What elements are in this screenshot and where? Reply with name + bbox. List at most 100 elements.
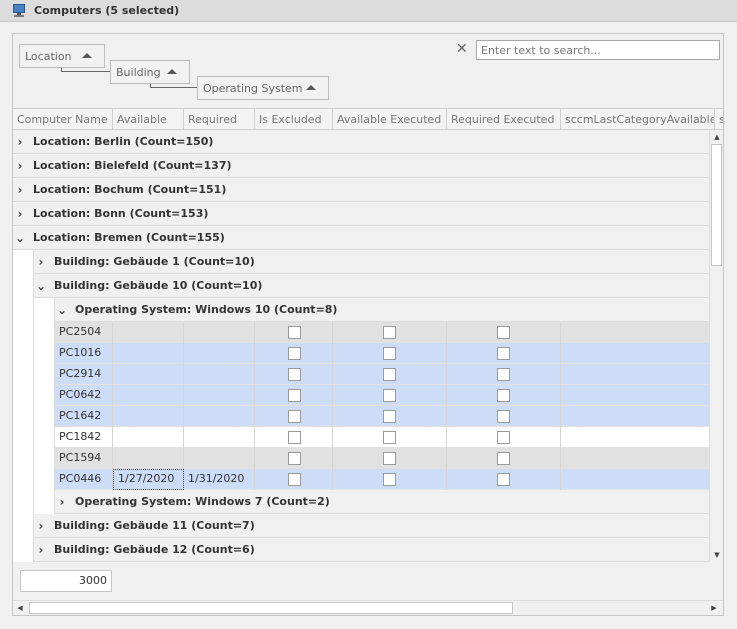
cell-required[interactable] [184,322,255,343]
chevron-right-icon[interactable]: › [13,207,27,221]
cell-available[interactable] [113,343,184,364]
chevron-right-icon[interactable]: › [34,543,48,557]
scroll-down-icon[interactable]: ▼ [710,548,724,562]
cell-available[interactable] [113,427,184,448]
table-row[interactable]: PC0642 [55,385,709,406]
group-row-berlin[interactable]: › Location: Berlin (Count=150) [13,130,709,154]
required-executed-checkbox[interactable] [497,326,510,339]
chevron-down-icon[interactable]: ⌄ [55,303,69,317]
cell-required[interactable]: 1/31/2020 [184,469,255,490]
is-excluded-checkbox[interactable] [288,473,301,486]
group-row-windows-7[interactable]: › Operating System: Windows 7 (Count=2) [55,490,709,514]
table-row[interactable]: PC1842 [55,427,709,448]
available-executed-checkbox[interactable] [383,452,396,465]
group-row-label: Location: Bremen (Count=155) [33,231,225,244]
cell-available[interactable] [113,364,184,385]
is-excluded-checkbox[interactable] [288,347,301,360]
available-executed-checkbox[interactable] [383,473,396,486]
footer-count-field[interactable]: 3000 [20,570,112,592]
chevron-down-icon[interactable]: ⌄ [13,231,27,245]
group-row-bochum[interactable]: › Location: Bochum (Count=151) [13,178,709,202]
required-executed-checkbox[interactable] [497,431,510,444]
group-row-gebaeude-10[interactable]: ⌄ Building: Gebäude 10 (Count=10) [34,274,709,298]
table-row[interactable]: PC2504 [55,322,709,343]
is-excluded-checkbox[interactable] [288,431,301,444]
available-executed-checkbox[interactable] [383,347,396,360]
cell-available[interactable] [113,385,184,406]
available-executed-checkbox[interactable] [383,410,396,423]
cell-computer-name: PC1016 [55,343,113,364]
cell-available[interactable]: 1/27/2020 [113,469,184,490]
column-header-computer-name[interactable]: Computer Name [13,109,113,129]
cell-available[interactable] [113,448,184,469]
available-executed-checkbox[interactable] [383,431,396,444]
column-header-sccm-last-category[interactable]: sccmLastCategoryAvailable [561,109,715,129]
group-row-label: Building: Gebäude 12 (Count=6) [54,543,255,556]
available-executed-checkbox[interactable] [383,389,396,402]
required-executed-checkbox[interactable] [497,347,510,360]
cell-available[interactable] [113,406,184,427]
scroll-right-icon[interactable]: ▶ [707,601,721,615]
table-row[interactable]: PC0446 1/27/2020 1/31/2020 [55,469,709,490]
is-excluded-checkbox[interactable] [288,452,301,465]
cell-available[interactable] [113,322,184,343]
group-row-bremen[interactable]: ⌄ Location: Bremen (Count=155) [13,226,709,250]
table-row[interactable]: PC1594 [55,448,709,469]
cell-required[interactable] [184,406,255,427]
table-row[interactable]: PC2914 [55,364,709,385]
cell-required[interactable] [184,364,255,385]
cell-required[interactable] [184,385,255,406]
cell-computer-name: PC1642 [55,406,113,427]
cell-required[interactable] [184,427,255,448]
required-executed-checkbox[interactable] [497,368,510,381]
available-executed-checkbox[interactable] [383,326,396,339]
chevron-right-icon[interactable]: › [55,495,69,509]
is-excluded-checkbox[interactable] [288,410,301,423]
is-excluded-checkbox[interactable] [288,389,301,402]
chevron-right-icon[interactable]: › [13,135,27,149]
horizontal-scroll-thumb[interactable] [29,602,513,614]
column-header-more[interactable]: s [715,109,723,129]
required-executed-checkbox[interactable] [497,410,510,423]
cell-computer-name: PC2504 [55,322,113,343]
cell-required[interactable] [184,448,255,469]
group-building-button[interactable]: Building [110,60,190,84]
window-titlebar: Computers (5 selected) [0,0,737,22]
chevron-right-icon[interactable]: › [34,255,48,269]
group-location-button[interactable]: Location [19,44,105,68]
group-row-gebaeude-11[interactable]: › Building: Gebäude 11 (Count=7) [34,514,709,538]
vertical-scroll-thumb[interactable] [711,144,722,266]
available-executed-checkbox[interactable] [383,368,396,381]
table-row[interactable]: PC1016 [55,343,709,364]
group-row-label: Location: Berlin (Count=150) [33,135,214,148]
table-row[interactable]: PC1642 [55,406,709,427]
required-executed-checkbox[interactable] [497,389,510,402]
chevron-down-icon[interactable]: ⌄ [34,279,48,293]
scroll-up-icon[interactable]: ▲ [710,130,724,144]
column-header-row: Computer Name Available Required Is Excl… [13,108,723,130]
scroll-left-icon[interactable]: ◀ [13,601,27,615]
group-row-gebaeude-12[interactable]: › Building: Gebäude 12 (Count=6) [34,538,709,562]
column-header-available-executed[interactable]: Available Executed [333,109,447,129]
required-executed-checkbox[interactable] [497,452,510,465]
chevron-right-icon[interactable]: › [13,183,27,197]
group-row-gebaeude-1[interactable]: › Building: Gebäude 1 (Count=10) [34,250,709,274]
group-row-bielefeld[interactable]: › Location: Bielefeld (Count=137) [13,154,709,178]
group-row-bonn[interactable]: › Location: Bonn (Count=153) [13,202,709,226]
required-executed-checkbox[interactable] [497,473,510,486]
horizontal-scrollbar[interactable]: ◀ ▶ [13,600,723,615]
group-os-button[interactable]: Operating System [197,76,329,100]
close-icon[interactable]: ✕ [456,42,468,56]
group-row-windows-10[interactable]: ⌄ Operating System: Windows 10 (Count=8) [55,298,709,322]
is-excluded-checkbox[interactable] [288,326,301,339]
column-header-required-executed[interactable]: Required Executed [447,109,561,129]
column-header-is-excluded[interactable]: Is Excluded [255,109,333,129]
column-header-available[interactable]: Available [113,109,184,129]
search-input[interactable] [476,40,720,60]
is-excluded-checkbox[interactable] [288,368,301,381]
chevron-right-icon[interactable]: › [34,519,48,533]
vertical-scrollbar[interactable]: ▲ ▼ [709,130,723,562]
chevron-right-icon[interactable]: › [13,159,27,173]
column-header-required[interactable]: Required [184,109,255,129]
cell-required[interactable] [184,343,255,364]
